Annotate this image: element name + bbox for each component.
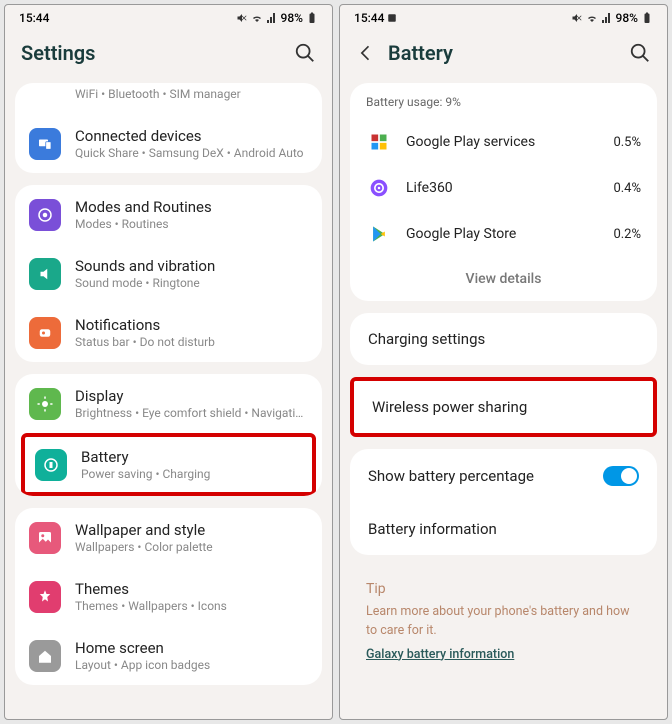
battery-icon xyxy=(641,12,653,24)
status-icons: 98% xyxy=(571,11,653,25)
tip-section: Tip Learn more about your phone's batter… xyxy=(350,567,657,692)
status-time: 15:44 xyxy=(19,11,49,25)
status-icons: 98% xyxy=(236,11,318,25)
item-title: Home screen xyxy=(75,639,308,657)
usage-row[interactable]: Life360 0.4% xyxy=(350,165,657,211)
settings-item-notifications[interactable]: NotificationsStatus bar • Do not disturb xyxy=(15,303,322,362)
charging-settings-row[interactable]: Charging settings xyxy=(350,313,657,365)
battery-header: Battery xyxy=(340,27,667,83)
status-bar: 15:44 98% xyxy=(340,5,667,27)
item-subtitle: Layout • App icon badges xyxy=(75,658,308,672)
battery-info-row[interactable]: Battery information xyxy=(350,503,657,555)
usage-row[interactable]: Google Play Store 0.2% xyxy=(350,211,657,257)
settings-header: Settings xyxy=(5,27,332,83)
settings-item-modes-and-routines[interactable]: Modes and RoutinesModes • Routines xyxy=(15,185,322,244)
battery-percent: 98% xyxy=(281,11,303,25)
life360-icon xyxy=(366,175,392,201)
battery-icon xyxy=(35,449,67,481)
show-percentage-row[interactable]: Show battery percentage xyxy=(350,449,657,503)
item-title: Battery xyxy=(81,448,302,466)
mute-icon xyxy=(571,12,583,24)
wireless-highlight: Wireless power sharing xyxy=(350,377,657,437)
sound-icon xyxy=(29,258,61,290)
options-card: Show battery percentage Battery informat… xyxy=(350,449,657,555)
truncated-item[interactable]: WiFi • Bluetooth • SIM manager xyxy=(29,87,241,101)
back-icon[interactable] xyxy=(356,43,376,63)
page-title: Battery xyxy=(388,41,629,65)
settings-item-battery[interactable]: BatteryPower saving • Charging xyxy=(25,437,312,492)
item-subtitle: Quick Share • Samsung DeX • Android Auto xyxy=(75,146,308,160)
item-subtitle: Themes • Wallpapers • Icons xyxy=(75,599,308,613)
search-icon[interactable] xyxy=(294,42,316,64)
screenshot-icon xyxy=(387,13,397,23)
usage-row[interactable]: Google Play services 0.5% xyxy=(350,119,657,165)
battery-icon xyxy=(306,12,318,24)
wifi-icon xyxy=(586,12,598,24)
wireless-power-sharing-row[interactable]: Wireless power sharing xyxy=(354,381,653,433)
notif-icon xyxy=(29,317,61,349)
battery-screen: 15:44 98% Battery Battery usage: 9% Goog… xyxy=(339,4,668,720)
item-title: Display xyxy=(75,387,308,405)
settings-item-wallpaper-and-style[interactable]: Wallpaper and styleWallpapers • Color pa… xyxy=(15,508,322,567)
item-subtitle: Modes • Routines xyxy=(75,217,308,231)
tip-title: Tip xyxy=(366,581,641,597)
settings-item-sounds-and-vibration[interactable]: Sounds and vibrationSound mode • Rington… xyxy=(15,244,322,303)
play-store-icon xyxy=(366,221,392,247)
item-subtitle: Wallpapers • Color palette xyxy=(75,540,308,554)
item-title: Connected devices xyxy=(75,127,308,145)
usage-value: 0.5% xyxy=(613,135,641,150)
item-title: Themes xyxy=(75,580,308,598)
item-title: Notifications xyxy=(75,316,308,334)
percentage-toggle[interactable] xyxy=(603,466,639,486)
tip-text: Learn more about your phone's battery an… xyxy=(366,603,641,641)
page-title: Settings xyxy=(21,41,294,65)
view-details-button[interactable]: View details xyxy=(350,257,657,301)
settings-item-connected-devices[interactable]: Connected devicesQuick Share • Samsung D… xyxy=(15,114,322,173)
wifi-icon xyxy=(251,12,263,24)
item-title: Wallpaper and style xyxy=(75,521,308,539)
tip-link[interactable]: Galaxy battery information xyxy=(366,647,514,662)
usage-value: 0.4% xyxy=(613,181,641,196)
settings-list[interactable]: WiFi • Bluetooth • SIM manager Connected … xyxy=(5,83,332,719)
signal-icon xyxy=(601,12,613,24)
app-name: Google Play services xyxy=(406,134,599,150)
settings-item-display[interactable]: DisplayBrightness • Eye comfort shield •… xyxy=(15,374,322,433)
search-icon[interactable] xyxy=(629,42,651,64)
battery-percent: 98% xyxy=(616,11,638,25)
item-subtitle: Sound mode • Ringtone xyxy=(75,276,308,290)
wallpaper-icon xyxy=(29,522,61,554)
item-title: Modes and Routines xyxy=(75,198,308,216)
item-subtitle: Power saving • Charging xyxy=(81,467,302,481)
usage-value: 0.2% xyxy=(613,227,641,242)
devices-icon xyxy=(29,128,61,160)
mute-icon xyxy=(236,12,248,24)
app-name: Life360 xyxy=(406,180,599,196)
battery-content[interactable]: Battery usage: 9% Google Play services 0.… xyxy=(340,83,667,719)
charging-card: Charging settings xyxy=(350,313,657,365)
app-name: Google Play Store xyxy=(406,226,599,242)
modes-icon xyxy=(29,199,61,231)
settings-item-home-screen[interactable]: Home screenLayout • App icon badges xyxy=(15,626,322,685)
usage-card: Battery usage: 9% Google Play services 0.… xyxy=(350,83,657,301)
settings-screen: 15:44 98% Settings WiFi • Bluetooth • SI… xyxy=(4,4,333,720)
item-title: Sounds and vibration xyxy=(75,257,308,275)
usage-label: Battery usage: 9% xyxy=(350,83,657,119)
display-icon xyxy=(29,388,61,420)
item-subtitle: Status bar • Do not disturb xyxy=(75,335,308,349)
item-subtitle: Brightness • Eye comfort shield • Naviga… xyxy=(75,406,308,420)
home-icon xyxy=(29,640,61,672)
play-services-icon xyxy=(366,129,392,155)
status-time: 15:44 xyxy=(354,11,397,25)
status-bar: 15:44 98% xyxy=(5,5,332,27)
settings-item-themes[interactable]: ThemesThemes • Wallpapers • Icons xyxy=(15,567,322,626)
themes-icon xyxy=(29,581,61,613)
signal-icon xyxy=(266,12,278,24)
